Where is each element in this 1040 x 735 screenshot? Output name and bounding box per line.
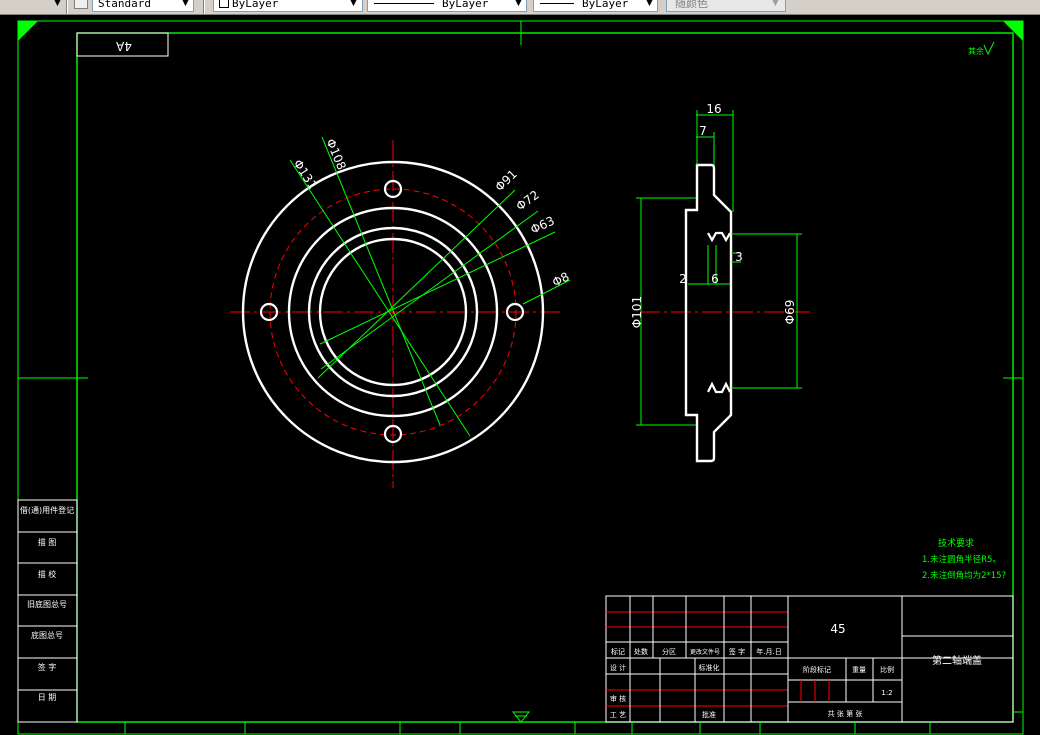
corner-label: 4A (115, 39, 132, 53)
chevron-down-icon[interactable]: ▼ (646, 0, 653, 8)
tech-req-line: 2.未注倒角均为2*15? (922, 570, 1006, 581)
chevron-down-icon[interactable]: ▼ (182, 0, 189, 8)
color-swatch-icon (219, 0, 229, 8)
dim-label: Φ91 (492, 167, 520, 194)
linetype-preview-icon (374, 3, 434, 4)
side-view: 16 7 2 6 3 Φ101 Φ69 (630, 102, 810, 463)
chevron-down-icon[interactable]: ▼ (515, 0, 522, 8)
dim-label: 7 (699, 124, 707, 138)
approve-label: 批准 (702, 710, 716, 719)
title-header: 分区 (662, 647, 676, 656)
title-block: 45 第二轴端盖 1:2 标记 处数 分区 更改文件号 签 字 年.月.日 设 … (605, 595, 1014, 723)
properties-toolbar: ▼ Standard ▼ ByLayer ▼ ByLayer ▼ ByLayer… (0, 0, 1040, 15)
sheets-label: 共 张 第 张 (828, 709, 863, 718)
corner-label-box: 4A (76, 32, 169, 57)
drawing-canvas[interactable]: 4A 其余 Φ131 Φ108 Φ91 Φ72 Φ63 Φ8 16 7 2 6 … (0, 15, 1040, 735)
sheet-border (17, 20, 1024, 735)
dim-label: 6 (711, 272, 719, 286)
dim-label: Φ108 (323, 137, 349, 172)
chevron-down-icon[interactable]: ▼ (54, 0, 61, 8)
weight-label: 重量 (852, 666, 866, 674)
left-block-label: 借(通)用件登记 (20, 505, 74, 515)
dim-label: Φ69 (783, 300, 797, 325)
title-header: 更改文件号 (690, 648, 720, 656)
left-block-label: 底图总号 (31, 630, 63, 640)
plot-style-value: 随颜色 (675, 0, 708, 10)
lineweight-value: ByLayer (582, 0, 629, 10)
linetype-select[interactable]: ByLayer (367, 0, 527, 12)
left-block-label: 签 字 (38, 662, 57, 672)
lineweight-select[interactable]: ByLayer (533, 0, 658, 12)
dim-label: 16 (706, 102, 721, 116)
left-block-label: 描 校 (38, 569, 57, 579)
dim-label: Φ8 (550, 269, 572, 289)
roughness-text: 其余 (968, 46, 984, 56)
left-block-label: 旧底图总号 (27, 599, 67, 609)
front-view: Φ131 Φ108 Φ91 Φ72 Φ63 Φ8 (230, 137, 572, 488)
title-header: 签 字 (729, 647, 745, 656)
title-header: 年.月.日 (756, 647, 781, 656)
technical-requirements: 技术要求 1.未注圆角半径R5。 2.未注倒角均为2*15? (922, 537, 1006, 581)
standardization-label: 标准化 (699, 663, 720, 672)
text-style-select[interactable]: Standard (92, 0, 194, 12)
material-value: 45 (830, 622, 845, 636)
toolbar-separator (66, 0, 68, 14)
review-label: 审 核 (610, 694, 626, 703)
dim-label: Φ101 (630, 296, 644, 328)
chevron-down-icon[interactable]: ▼ (350, 0, 357, 8)
title-header: 标记 (611, 647, 625, 656)
linetype-value: ByLayer (442, 0, 489, 10)
ratio-label: 比例 (880, 665, 894, 674)
left-block-label: 日 期 (38, 693, 57, 702)
left-block-label: 描 图 (38, 537, 57, 547)
scale-value: 1:2 (881, 689, 892, 697)
toolbar-separator (203, 0, 205, 14)
process-label: 工 艺 (610, 711, 626, 719)
roughness-note: 其余 (968, 41, 995, 56)
tech-req-title: 技术要求 (938, 537, 974, 549)
design-label: 设 计 (610, 663, 626, 672)
part-name: 第二轴端盖 (932, 654, 982, 667)
tech-req-line: 1.未注圆角半径R5。 (922, 554, 1001, 565)
title-header: 处数 (634, 647, 648, 656)
text-style-icon[interactable] (74, 0, 88, 9)
plot-style-select[interactable]: 随颜色 (666, 0, 786, 12)
chevron-down-icon[interactable]: ▼ (772, 0, 779, 8)
dim-label: 3 (735, 250, 743, 264)
text-style-value: Standard (98, 0, 151, 10)
layer-value: ByLayer (232, 0, 279, 10)
border-ticks (124, 711, 1023, 734)
lineweight-preview-icon (540, 3, 574, 4)
dim-label: Φ131 (290, 157, 319, 192)
layer-select[interactable]: ByLayer (213, 0, 363, 12)
stage-mark-label: 阶段标记 (803, 665, 831, 674)
dim-label: Φ72 (514, 188, 542, 214)
left-record-block: 借(通)用件登记 描 图 描 校 旧底图总号 底图总号 签 字 日 期 (17, 499, 78, 723)
dim-label: 2 (679, 272, 687, 286)
